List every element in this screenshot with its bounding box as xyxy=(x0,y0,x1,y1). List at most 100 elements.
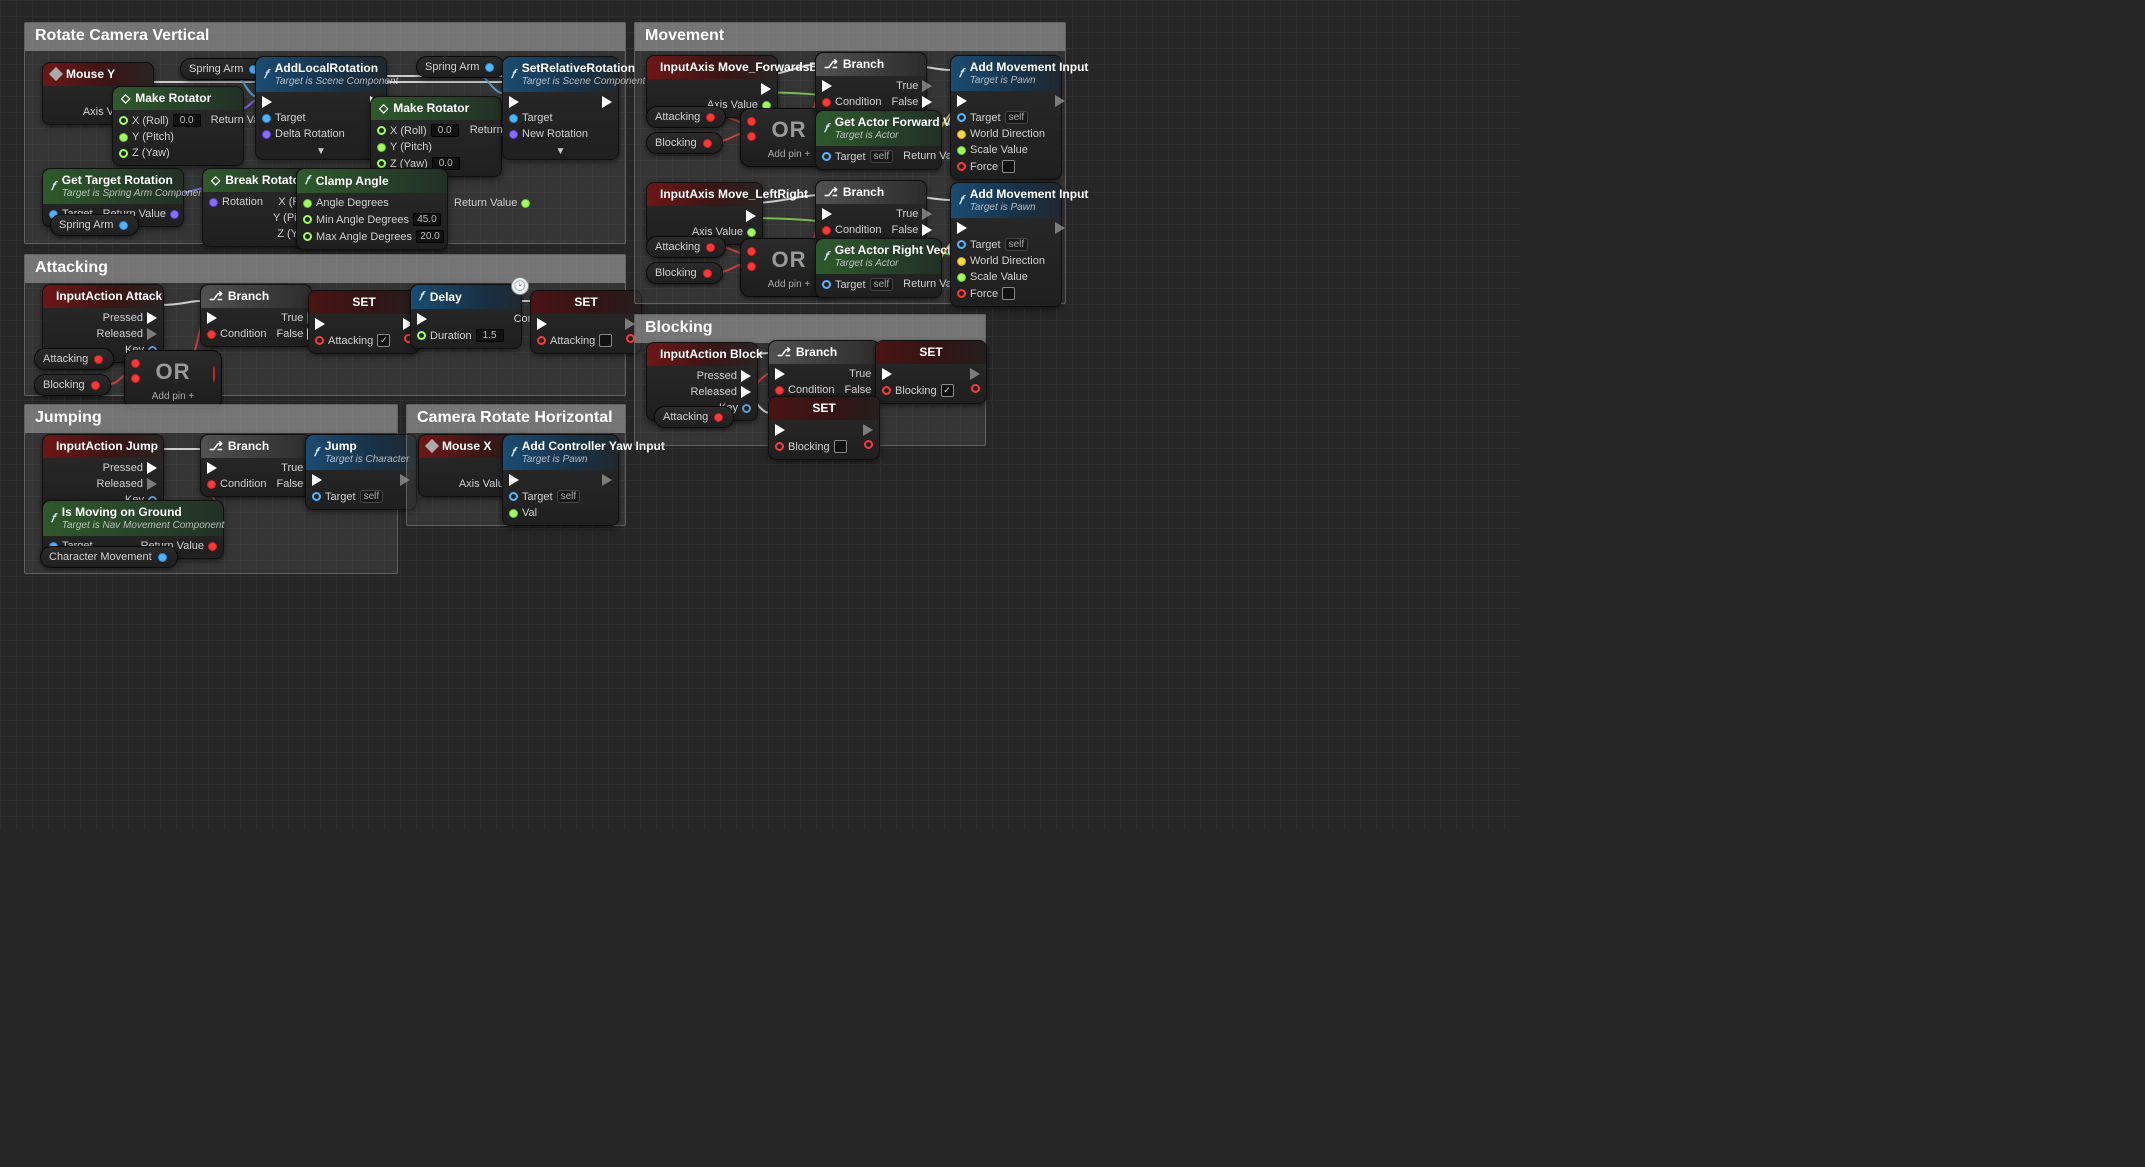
checkbox-checked[interactable]: ✓ xyxy=(941,384,954,397)
pin-x-roll[interactable]: X (Roll)0.0 xyxy=(119,114,201,127)
pin-in-b[interactable] xyxy=(131,374,140,383)
pin-released[interactable]: Released xyxy=(97,478,157,490)
checkbox-unchecked[interactable] xyxy=(599,334,612,347)
pin-scale-value[interactable]: Scale Value xyxy=(957,271,1045,283)
pin-exec-in[interactable] xyxy=(537,318,612,330)
pin-in-a[interactable] xyxy=(131,359,140,368)
node-clamp-angle[interactable]: Clamp Angle Angle Degrees Min Angle Degr… xyxy=(296,168,448,250)
pin-delta-rotation[interactable]: Delta Rotation xyxy=(262,128,345,140)
pin-exec-in[interactable] xyxy=(775,424,847,436)
node-or-1[interactable]: OR Add pin + xyxy=(124,350,222,409)
pin-exec-out[interactable] xyxy=(602,96,612,108)
add-pin-button[interactable]: Add pin + xyxy=(133,391,213,402)
pin-var-attacking[interactable]: Attacking xyxy=(537,334,612,347)
pin-condition[interactable]: Condition xyxy=(822,96,881,108)
node-make-rotator-2[interactable]: ◇Make Rotator X (Roll)0.0 Y (Pitch) Z (Y… xyxy=(370,96,502,177)
pin-out-value[interactable] xyxy=(971,384,980,393)
pill-attacking-mv2[interactable]: Attacking xyxy=(646,236,726,258)
pin-y-pitch[interactable]: Y (Pitch) xyxy=(377,141,460,153)
pill-attacking-1[interactable]: Attacking xyxy=(34,348,114,370)
pin-target[interactable]: Target xyxy=(509,112,588,124)
node-branch-blocking[interactable]: ⎇Branch Condition True False xyxy=(768,340,880,403)
pin-return-value[interactable]: Return Value xyxy=(454,197,530,209)
pin-true[interactable]: True xyxy=(896,80,932,92)
pin-target[interactable]: Targetself xyxy=(822,150,893,163)
pin-pressed[interactable]: Pressed xyxy=(103,312,157,324)
pill-character-movement[interactable]: Character Movement xyxy=(40,546,178,568)
node-set-attacking-true[interactable]: SET Attacking✓ xyxy=(308,290,420,354)
pin-pressed[interactable]: Pressed xyxy=(697,370,751,382)
pin-exec-out[interactable] xyxy=(970,368,980,380)
pin-false[interactable]: False xyxy=(891,224,932,236)
node-delay[interactable]: 🕑 Delay Duration1.5 Completed xyxy=(410,284,522,349)
checkbox-unchecked[interactable] xyxy=(1002,287,1015,300)
pin-rotation[interactable]: Rotation xyxy=(209,196,263,208)
pin-scale-value[interactable]: Scale Value xyxy=(957,144,1045,156)
pin-target[interactable]: Targetself xyxy=(957,238,1045,251)
node-set-blocking-true[interactable]: SET Blocking✓ xyxy=(875,340,987,404)
pin-exec-in[interactable] xyxy=(417,313,504,325)
pin-exec-out[interactable] xyxy=(761,83,771,95)
pin-released[interactable]: Released xyxy=(691,386,751,398)
pin-exec-in[interactable] xyxy=(262,96,345,108)
pin-var-attacking[interactable]: Attacking✓ xyxy=(315,334,390,347)
pin-target[interactable]: Target xyxy=(262,112,345,124)
pin-new-rotation[interactable]: New Rotation xyxy=(509,128,588,140)
pin-force[interactable]: Force xyxy=(957,160,1045,173)
pin-out[interactable] xyxy=(213,366,215,382)
pill-spring-arm-3[interactable]: Spring Arm xyxy=(50,214,139,236)
pin-val[interactable]: Val xyxy=(509,507,580,519)
pill-attacking-blk[interactable]: Attacking xyxy=(654,406,734,428)
node-make-rotator-1[interactable]: ◇Make Rotator X (Roll)0.0 Y (Pitch) Z (Y… xyxy=(112,86,244,166)
pin-force[interactable]: Force xyxy=(957,287,1045,300)
pill-spring-arm-2[interactable]: Spring Arm xyxy=(416,56,505,78)
pin-in-b[interactable] xyxy=(747,262,756,271)
pin-exec-out[interactable] xyxy=(863,424,873,436)
pin-target[interactable]: Targetself xyxy=(957,111,1045,124)
pin-exec-in[interactable] xyxy=(957,95,1045,107)
pin-exec-in[interactable] xyxy=(775,368,834,380)
node-set-relative-rotation[interactable]: SetRelativeRotationTarget is Scene Compo… xyxy=(502,56,619,160)
node-add-movement-input-1[interactable]: Add Movement InputTarget is Pawn Targets… xyxy=(950,55,1062,180)
pin-world-direction[interactable]: World Direction xyxy=(957,255,1045,267)
pin-exec-in[interactable] xyxy=(207,462,266,474)
pin-exec-in[interactable] xyxy=(312,474,383,486)
node-get-actor-right-vector[interactable]: Get Actor Right VectorTarget is Actor Ta… xyxy=(815,238,942,298)
pin-in-b[interactable] xyxy=(747,132,756,141)
node-add-movement-input-2[interactable]: Add Movement InputTarget is Pawn Targets… xyxy=(950,182,1062,307)
checkbox-unchecked[interactable] xyxy=(834,440,847,453)
pin-true[interactable]: True xyxy=(896,208,932,220)
pin-exec-out[interactable] xyxy=(1055,222,1065,234)
pill-blocking-1[interactable]: Blocking xyxy=(34,374,111,396)
pin-duration[interactable]: Duration1.5 xyxy=(417,329,504,342)
pin-exec-in[interactable] xyxy=(822,208,881,220)
pin-target[interactable]: Targetself xyxy=(312,490,383,503)
pin-exec-out[interactable] xyxy=(1055,95,1065,107)
pin-var-blocking[interactable]: Blocking✓ xyxy=(882,384,954,397)
pin-false[interactable]: False xyxy=(891,96,932,108)
pin-in-a[interactable] xyxy=(747,247,756,256)
pin-exec-in[interactable] xyxy=(957,222,1045,234)
node-set-blocking-false[interactable]: SET Blocking xyxy=(768,396,880,460)
pin-exec-in[interactable] xyxy=(509,474,580,486)
pin-z-yaw[interactable]: Z (Yaw) xyxy=(119,147,201,159)
pin-world-direction[interactable]: World Direction xyxy=(957,128,1045,140)
pin-target[interactable]: Targetself xyxy=(509,490,580,503)
pin-y-pitch[interactable]: Y (Pitch) xyxy=(119,131,201,143)
pin-condition[interactable]: Condition xyxy=(822,224,881,236)
node-add-controller-yaw-input[interactable]: Add Controller Yaw InputTarget is Pawn T… xyxy=(502,434,619,526)
pin-exec-in[interactable] xyxy=(822,80,881,92)
pin-condition[interactable]: Condition xyxy=(207,328,266,340)
pin-out-value[interactable] xyxy=(864,440,873,449)
expand-toggle[interactable]: ▼ xyxy=(503,146,618,159)
pin-x-roll[interactable]: X (Roll)0.0 xyxy=(377,124,460,137)
node-add-local-rotation[interactable]: AddLocalRotationTarget is Scene Componen… xyxy=(255,56,387,160)
pin-exec-in[interactable] xyxy=(207,312,266,324)
pin-exec-out[interactable] xyxy=(746,210,756,222)
pin-var-blocking[interactable]: Blocking xyxy=(775,440,847,453)
node-branch-jumping[interactable]: ⎇Branch Condition True False xyxy=(200,434,312,497)
pill-blocking-mv2[interactable]: Blocking xyxy=(646,262,723,284)
checkbox-unchecked[interactable] xyxy=(1002,160,1015,173)
pin-released[interactable]: Released xyxy=(97,328,157,340)
pin-condition[interactable]: Condition xyxy=(775,384,834,396)
